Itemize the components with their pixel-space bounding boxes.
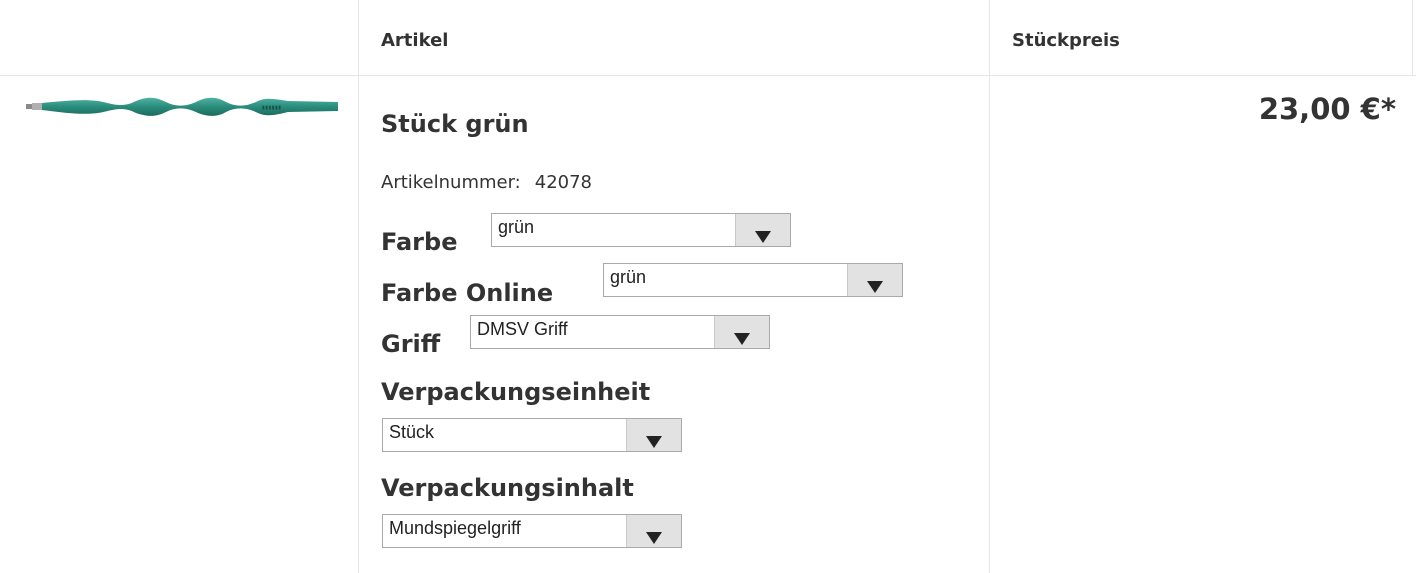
header-unit-price: Stückpreis (1012, 30, 1120, 51)
verpackungsinhalt-select-value: Mundspiegelgriff (389, 518, 521, 538)
verpackungsinhalt-select[interactable]: Mundspiegelgriff (382, 514, 682, 548)
option-label-griff: Griff (381, 330, 441, 358)
chevron-down-icon (646, 532, 662, 544)
option-label-farbe-online: Farbe Online (381, 279, 554, 307)
svg-text:▮▮▮▮▮▮: ▮▮▮▮▮▮ (262, 105, 282, 111)
option-label-verpackungsinhalt: Verpackungsinhalt (381, 474, 634, 502)
article-number-label: Artikelnummer: (381, 172, 521, 193)
table-header-divider (0, 75, 1416, 76)
griff-dropdown-button[interactable] (714, 316, 769, 348)
verpackungseinheit-select[interactable]: Stück (382, 418, 682, 452)
green-dental-mirror-handle-image: ▮▮▮▮▮▮ (26, 97, 338, 116)
griff-select[interactable]: DMSV Griff (470, 315, 770, 349)
verpackungsinhalt-dropdown-button[interactable] (626, 515, 681, 547)
farbe-select[interactable]: grün (491, 213, 791, 247)
column-divider-2 (989, 0, 990, 573)
chevron-down-icon (755, 231, 771, 243)
article-number-row: Artikelnummer: 42078 (381, 172, 592, 193)
product-title[interactable]: Stück grün (381, 110, 529, 138)
farbe-online-dropdown-button[interactable] (847, 264, 902, 296)
column-divider-3 (1412, 0, 1413, 75)
product-image[interactable]: ▮▮▮▮▮▮ (26, 95, 338, 125)
chevron-down-icon (734, 333, 750, 345)
chevron-down-icon (646, 436, 662, 448)
verpackungseinheit-select-value: Stück (389, 422, 435, 442)
farbe-online-select[interactable]: grün (603, 263, 903, 297)
farbe-online-select-value: grün (610, 267, 647, 287)
column-divider-1 (358, 0, 359, 573)
farbe-select-value: grün (498, 217, 535, 237)
header-article: Artikel (381, 30, 449, 51)
article-number-value: 42078 (534, 172, 593, 193)
unit-price: 23,00 €* (1258, 92, 1396, 126)
griff-select-value: DMSV Griff (477, 319, 568, 339)
verpackungseinheit-dropdown-button[interactable] (626, 419, 681, 451)
option-label-verpackungseinheit: Verpackungseinheit (381, 378, 651, 406)
option-label-farbe: Farbe (381, 228, 458, 256)
farbe-dropdown-button[interactable] (735, 214, 790, 246)
chevron-down-icon (867, 281, 883, 293)
